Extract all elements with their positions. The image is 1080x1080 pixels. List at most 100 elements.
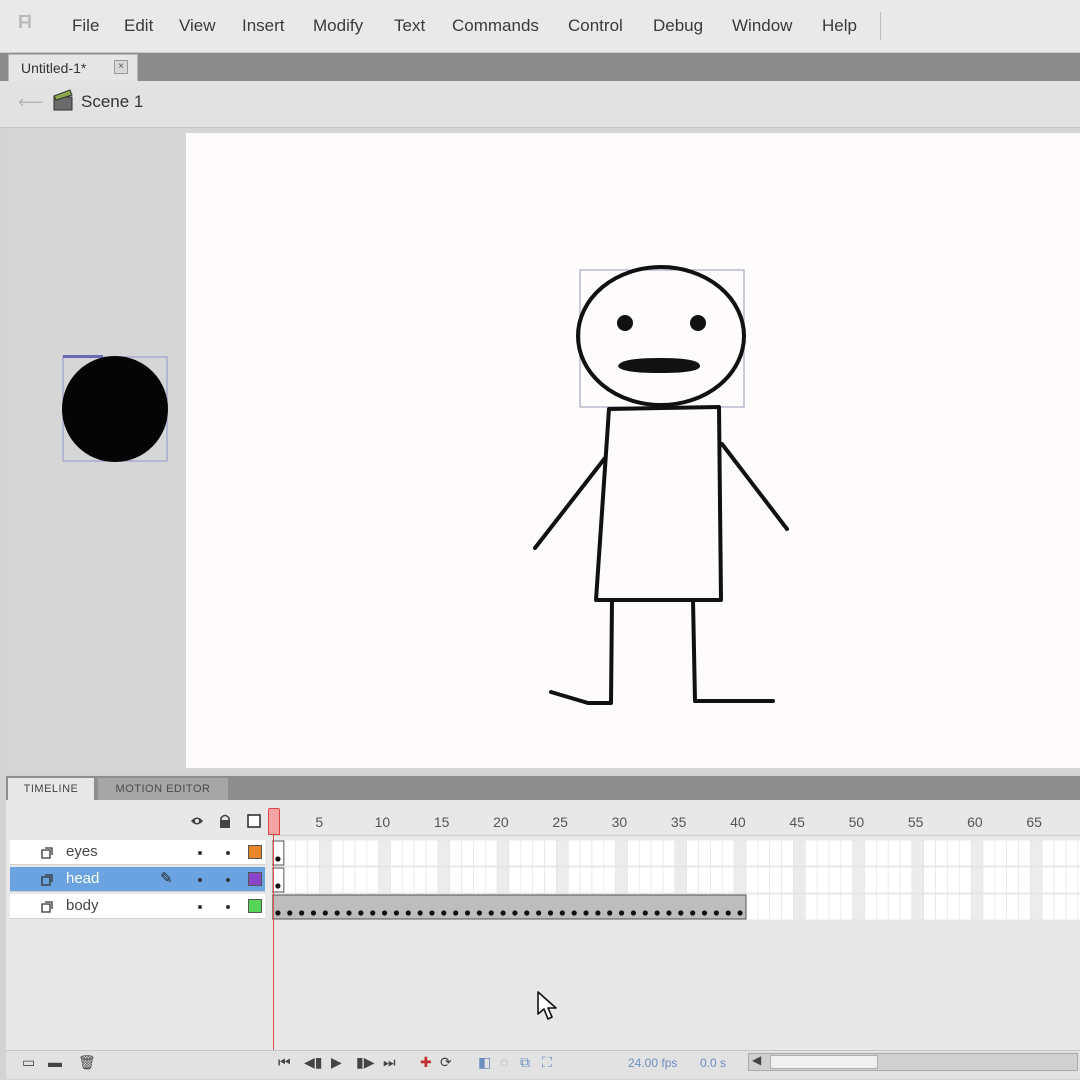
frame-cell	[923, 866, 936, 894]
layer-lock-toggle[interactable]	[226, 878, 230, 882]
menu-view[interactable]: View	[179, 16, 216, 36]
elapsed-time-value[interactable]: 0.0 s	[700, 1056, 726, 1070]
menu-file[interactable]: File	[72, 16, 99, 36]
layer-outline-color-swatch[interactable]	[248, 845, 262, 859]
frame-cell	[1065, 893, 1079, 920]
menu-modify[interactable]: Modify	[313, 16, 363, 36]
frame-cell	[674, 840, 688, 867]
scene-label[interactable]: Scene 1	[81, 92, 143, 112]
menu-insert[interactable]: Insert	[242, 16, 285, 36]
layer-outline-color-swatch[interactable]	[248, 899, 262, 913]
keyframe-dot	[464, 910, 471, 916]
menu-control[interactable]: Control	[568, 16, 623, 36]
show-hide-all-icon[interactable]	[190, 814, 204, 828]
tab-timeline[interactable]: TIMELINE	[8, 778, 94, 800]
frame-cell	[733, 866, 747, 894]
frame-cell	[1006, 840, 1019, 867]
document-tab[interactable]: Untitled-1* ×	[8, 54, 138, 81]
frame-cell	[449, 840, 462, 867]
frame-cell	[686, 840, 699, 867]
menu-text[interactable]: Text	[394, 16, 425, 36]
frame-cell	[556, 840, 569, 867]
modify-markers-icon[interactable]: ⛶	[542, 1054, 552, 1071]
frame-cell	[721, 866, 735, 894]
stage-canvas[interactable]	[186, 133, 1080, 768]
layer-visibility-toggle[interactable]	[198, 851, 202, 855]
frame-cell	[532, 866, 545, 894]
frame-cell	[1018, 893, 1031, 920]
frames-grid[interactable]	[272, 840, 1080, 920]
layer-visibility-toggle[interactable]	[198, 878, 202, 882]
frame-cell	[852, 840, 865, 867]
loop-icon[interactable]: ⟳	[440, 1054, 452, 1071]
step-forward-icon[interactable]: ▮▶	[356, 1054, 374, 1071]
delete-layer-icon[interactable]: 🗑	[78, 1054, 96, 1071]
keyframe-dot	[275, 883, 281, 889]
frame-cell	[425, 866, 439, 894]
frame-cell	[745, 840, 759, 867]
close-icon[interactable]: ×	[114, 60, 128, 74]
keyframe-dot	[275, 910, 281, 916]
menu-help[interactable]: Help	[822, 16, 857, 36]
layer-name[interactable]: eyes	[66, 843, 98, 860]
frame-cell	[994, 866, 1007, 894]
layer-row-eyes[interactable]: eyes	[10, 840, 265, 865]
frame-cell	[354, 866, 368, 894]
onion-outline-icon[interactable]: ◌	[500, 1054, 508, 1070]
frame-cell	[781, 893, 794, 920]
keyframe-dot	[310, 910, 317, 916]
menu-edit[interactable]: Edit	[124, 16, 153, 36]
play-icon[interactable]: ▶	[331, 1054, 342, 1071]
frame-rate-value[interactable]: 24.00 fps	[628, 1056, 677, 1070]
frame-cell	[958, 866, 972, 894]
go-to-first-frame-icon[interactable]: ⏮	[278, 1054, 291, 1071]
layer-lock-toggle[interactable]	[226, 905, 230, 909]
layer-name[interactable]: body	[66, 897, 99, 914]
keyframe-dot	[453, 910, 459, 916]
frame-cell	[307, 866, 320, 894]
keyframe-dot	[536, 910, 542, 916]
ruler-number: 60	[967, 814, 983, 830]
new-folder-icon[interactable]: ▬	[48, 1054, 62, 1070]
scrollbar-thumb[interactable]	[770, 1055, 878, 1069]
frame-cell	[745, 866, 759, 894]
layer-name[interactable]: head	[66, 870, 99, 887]
menu-debug[interactable]: Debug	[653, 16, 703, 36]
frame-cell	[887, 893, 901, 920]
frame-cell	[793, 893, 806, 920]
step-back-icon[interactable]: ◀▮	[304, 1054, 322, 1071]
frame-cell	[970, 840, 984, 867]
layer-row-head[interactable]: head ✎	[10, 867, 265, 892]
layer-row-body[interactable]: body	[10, 894, 265, 919]
frame-cell	[923, 840, 936, 867]
back-arrow-icon[interactable]: ⟵	[18, 92, 44, 113]
onion-skin-icon[interactable]: ◧	[478, 1054, 491, 1071]
frame-cell	[496, 840, 510, 867]
edit-multiple-frames-icon[interactable]: ⧉	[520, 1054, 530, 1071]
scroll-left-icon[interactable]: ◀	[752, 1053, 761, 1067]
layer-lock-toggle[interactable]	[226, 851, 230, 855]
frame-cell	[686, 866, 699, 894]
go-to-last-frame-icon[interactable]: ⏭	[383, 1054, 396, 1071]
menu-commands[interactable]: Commands	[452, 16, 539, 36]
center-frame-icon[interactable]: ✚	[420, 1054, 432, 1071]
frame-cell	[342, 840, 356, 867]
tab-motion-editor[interactable]: MOTION EDITOR	[98, 778, 228, 800]
frame-cell	[864, 840, 877, 867]
frame-cell	[864, 893, 877, 920]
layer-visibility-toggle[interactable]	[198, 905, 202, 909]
new-layer-icon[interactable]: ▭	[22, 1054, 35, 1071]
layer-outline-color-swatch[interactable]	[248, 872, 262, 886]
menu-window[interactable]: Window	[732, 16, 792, 36]
frame-cell	[745, 893, 759, 920]
frame-cell	[840, 893, 853, 920]
frame-cell	[840, 866, 853, 894]
frame-cell	[402, 866, 415, 894]
playhead-handle[interactable]	[268, 808, 280, 835]
lock-all-icon[interactable]	[218, 814, 232, 828]
ruler-number: 55	[907, 814, 924, 830]
ruler-number: 45	[789, 814, 805, 830]
outline-all-icon[interactable]	[247, 814, 261, 828]
frame-cell	[1030, 840, 1043, 867]
frame-cell	[935, 893, 948, 920]
